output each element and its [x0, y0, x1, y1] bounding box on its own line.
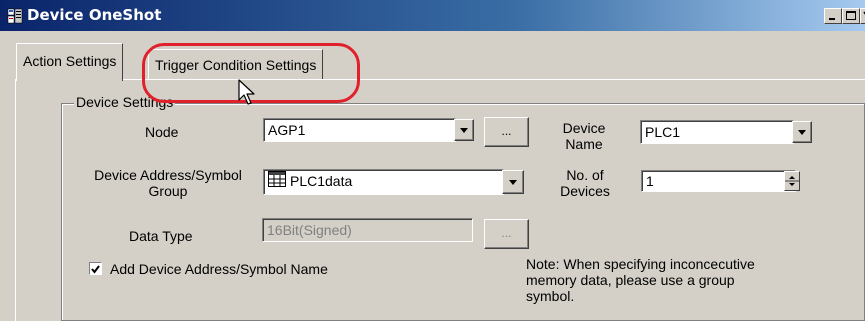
- num-devices-input[interactable]: 1: [641, 170, 796, 192]
- data-type-browse-button[interactable]: ...: [484, 219, 529, 249]
- device-name-select[interactable]: PLC1: [640, 120, 794, 144]
- minimize-button[interactable]: [824, 8, 842, 24]
- num-devices-spinner[interactable]: [784, 171, 800, 191]
- title-bar[interactable]: Device OneShot: [0, 0, 865, 31]
- browse-label: ...: [501, 124, 512, 138]
- note-text: Note: When specifying inconcecutive memo…: [526, 256, 755, 304]
- num-devices-label-line2: Devices: [560, 183, 610, 199]
- checkmark-icon: [91, 265, 100, 274]
- note-line1: Note: When specifying inconcecutive: [526, 256, 755, 272]
- maximize-icon: [846, 11, 856, 20]
- tab-action-settings[interactable]: Action Settings: [16, 43, 124, 81]
- device-name-dropdown-button[interactable]: [792, 121, 812, 143]
- device-address-label: Device Address/Symbol Group: [78, 167, 258, 199]
- num-devices-label: No. of Devices: [557, 167, 613, 199]
- device-address-label-line1: Device Address/Symbol: [94, 167, 242, 183]
- node-value: AGP1: [268, 122, 306, 138]
- data-type-field: 16Bit(Signed): [262, 218, 473, 242]
- browse-label: ...: [501, 226, 512, 240]
- symbol-group-icon: [268, 171, 286, 193]
- maximize-button[interactable]: [842, 8, 860, 24]
- num-devices-value: 1: [646, 173, 654, 189]
- device-address-select[interactable]: PLC1data: [263, 169, 504, 195]
- add-symbol-label[interactable]: Add Device Address/Symbol Name: [110, 261, 328, 277]
- spinner-arrows-icon: [785, 176, 799, 186]
- device-address-dropdown-button[interactable]: [502, 170, 524, 194]
- device-name-label-line1: Device: [562, 120, 606, 136]
- note-line3: symbol.: [526, 288, 575, 304]
- minimize-icon: [829, 18, 835, 20]
- chevron-down-icon: [798, 130, 806, 135]
- add-symbol-checkbox[interactable]: [89, 262, 102, 275]
- node-select[interactable]: AGP1: [263, 118, 456, 142]
- mouse-cursor-icon: [238, 79, 260, 110]
- device-address-value: PLC1data: [290, 173, 353, 189]
- chevron-down-icon: [509, 180, 517, 185]
- num-devices-label-line1: No. of: [566, 167, 604, 183]
- chevron-down-icon: [460, 128, 468, 133]
- device-name-label-line2: Name: [565, 136, 603, 152]
- node-label: Node: [145, 124, 179, 140]
- node-browse-button[interactable]: ...: [484, 117, 529, 147]
- data-type-value: 16Bit(Signed): [267, 222, 352, 238]
- close-button[interactable]: [860, 8, 865, 24]
- tab-label: Action Settings: [23, 53, 117, 69]
- device-name-label: Device Name: [560, 120, 608, 152]
- node-dropdown-button[interactable]: [454, 119, 474, 141]
- note-line2: memory data, please use a group: [526, 272, 735, 288]
- data-type-label: Data Type: [129, 228, 193, 244]
- close-icon: [863, 11, 865, 15]
- device-name-value: PLC1: [645, 124, 681, 140]
- window-title: Device OneShot: [27, 6, 162, 24]
- app-icon: [7, 8, 23, 24]
- device-address-label-line2: Group: [148, 183, 188, 199]
